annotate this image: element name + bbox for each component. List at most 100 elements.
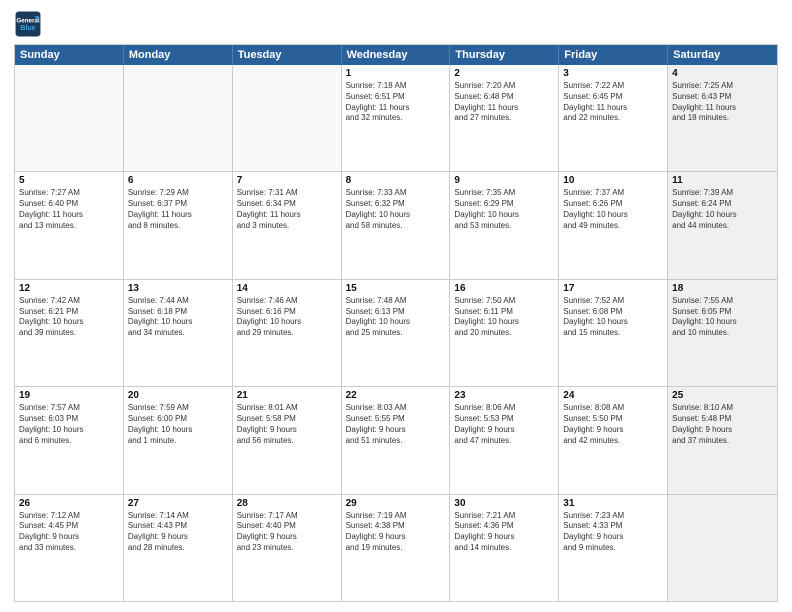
calendar-row-0: 1 Sunrise: 7:18 AM Sunset: 6:51 PM Daylig… xyxy=(15,65,777,172)
calendar-cell-28: 28 Sunrise: 7:17 AM Sunset: 4:40 PM Dayli… xyxy=(233,495,342,601)
day-number: 12 xyxy=(19,283,119,294)
day-number: 15 xyxy=(346,283,446,294)
cell-info: Sunrise: 7:23 AM Sunset: 4:33 PM Dayligh… xyxy=(563,511,663,554)
calendar-header-saturday: Saturday xyxy=(668,45,777,65)
cell-info: Sunrise: 7:31 AM Sunset: 6:34 PM Dayligh… xyxy=(237,188,337,231)
calendar-row-4: 26 Sunrise: 7:12 AM Sunset: 4:45 PM Dayli… xyxy=(15,495,777,601)
calendar-cell-21: 21 Sunrise: 8:01 AM Sunset: 5:58 PM Dayli… xyxy=(233,387,342,493)
calendar-cell-empty xyxy=(15,65,124,171)
cell-info: Sunrise: 7:14 AM Sunset: 4:43 PM Dayligh… xyxy=(128,511,228,554)
day-number: 14 xyxy=(237,283,337,294)
day-number: 19 xyxy=(19,390,119,401)
calendar-cell-2: 2Sunrise: 7:20 AM Sunset: 6:48 PM Daylig… xyxy=(450,65,559,171)
day-number: 8 xyxy=(346,175,446,186)
cell-info: Sunrise: 7:46 AM Sunset: 6:16 PM Dayligh… xyxy=(237,296,337,339)
calendar-header-wednesday: Wednesday xyxy=(342,45,451,65)
calendar-row-1: 5Sunrise: 7:27 AM Sunset: 6:40 PM Daylig… xyxy=(15,172,777,279)
day-number: 22 xyxy=(346,390,446,401)
day-number: 4 xyxy=(672,68,773,79)
day-number: 29 xyxy=(346,498,446,509)
calendar-cell-8: 8 Sunrise: 7:33 AM Sunset: 6:32 PM Daylig… xyxy=(342,172,451,278)
calendar-cell-25: 25 Sunrise: 8:10 AM Sunset: 5:48 PM Dayli… xyxy=(668,387,777,493)
calendar-cell-empty xyxy=(668,495,777,601)
calendar-cell-5: 5Sunrise: 7:27 AM Sunset: 6:40 PM Daylig… xyxy=(15,172,124,278)
cell-info: Sunrise: 7:52 AM Sunset: 6:08 PM Dayligh… xyxy=(563,296,663,339)
day-number: 25 xyxy=(672,390,773,401)
svg-text:General: General xyxy=(16,17,39,24)
cell-info: Sunrise: 7:29 AM Sunset: 6:37 PM Dayligh… xyxy=(128,188,228,231)
day-number: 11 xyxy=(672,175,773,186)
cell-info: Sunrise: 7:44 AM Sunset: 6:18 PM Dayligh… xyxy=(128,296,228,339)
cell-info: Sunrise: 7:22 AM Sunset: 6:45 PM Dayligh… xyxy=(563,81,663,124)
day-number: 26 xyxy=(19,498,119,509)
calendar-cell-16: 16Sunrise: 7:50 AM Sunset: 6:11 PM Dayli… xyxy=(450,280,559,386)
calendar-cell-27: 27 Sunrise: 7:14 AM Sunset: 4:43 PM Dayli… xyxy=(124,495,233,601)
calendar-cell-3: 3 Sunrise: 7:22 AM Sunset: 6:45 PM Daylig… xyxy=(559,65,668,171)
cell-info: Sunrise: 7:19 AM Sunset: 4:38 PM Dayligh… xyxy=(346,511,446,554)
calendar-cell-31: 31 Sunrise: 7:23 AM Sunset: 4:33 PM Dayli… xyxy=(559,495,668,601)
cell-info: Sunrise: 7:59 AM Sunset: 6:00 PM Dayligh… xyxy=(128,403,228,446)
calendar: SundayMondayTuesdayWednesdayThursdayFrid… xyxy=(14,44,778,602)
day-number: 21 xyxy=(237,390,337,401)
calendar-cell-empty xyxy=(124,65,233,171)
calendar-cell-6: 6 Sunrise: 7:29 AM Sunset: 6:37 PM Daylig… xyxy=(124,172,233,278)
calendar-header-monday: Monday xyxy=(124,45,233,65)
day-number: 3 xyxy=(563,68,663,79)
calendar-cell-15: 15Sunrise: 7:48 AM Sunset: 6:13 PM Dayli… xyxy=(342,280,451,386)
cell-info: Sunrise: 7:33 AM Sunset: 6:32 PM Dayligh… xyxy=(346,188,446,231)
calendar-cell-17: 17 Sunrise: 7:52 AM Sunset: 6:08 PM Dayli… xyxy=(559,280,668,386)
cell-info: Sunrise: 7:25 AM Sunset: 6:43 PM Dayligh… xyxy=(672,81,773,124)
day-number: 17 xyxy=(563,283,663,294)
calendar-cell-empty xyxy=(233,65,342,171)
day-number: 10 xyxy=(563,175,663,186)
day-number: 13 xyxy=(128,283,228,294)
day-number: 24 xyxy=(563,390,663,401)
day-number: 31 xyxy=(563,498,663,509)
header: General Blue xyxy=(14,10,778,38)
day-number: 7 xyxy=(237,175,337,186)
calendar-row-3: 19 Sunrise: 7:57 AM Sunset: 6:03 PM Dayli… xyxy=(15,387,777,494)
calendar-header-friday: Friday xyxy=(559,45,668,65)
cell-info: Sunrise: 7:12 AM Sunset: 4:45 PM Dayligh… xyxy=(19,511,119,554)
calendar-cell-9: 9Sunrise: 7:35 AM Sunset: 6:29 PM Daylig… xyxy=(450,172,559,278)
calendar-cell-24: 24Sunrise: 8:08 AM Sunset: 5:50 PM Dayli… xyxy=(559,387,668,493)
day-number: 6 xyxy=(128,175,228,186)
day-number: 1 xyxy=(346,68,446,79)
day-number: 18 xyxy=(672,283,773,294)
cell-info: Sunrise: 7:50 AM Sunset: 6:11 PM Dayligh… xyxy=(454,296,554,339)
cell-info: Sunrise: 7:57 AM Sunset: 6:03 PM Dayligh… xyxy=(19,403,119,446)
page: General Blue SundayMondayTuesdayWednesda… xyxy=(0,0,792,612)
calendar-cell-7: 7 Sunrise: 7:31 AM Sunset: 6:34 PM Daylig… xyxy=(233,172,342,278)
cell-info: Sunrise: 7:18 AM Sunset: 6:51 PM Dayligh… xyxy=(346,81,446,124)
cell-info: Sunrise: 7:42 AM Sunset: 6:21 PM Dayligh… xyxy=(19,296,119,339)
cell-info: Sunrise: 7:21 AM Sunset: 4:36 PM Dayligh… xyxy=(454,511,554,554)
day-number: 2 xyxy=(454,68,554,79)
cell-info: Sunrise: 7:17 AM Sunset: 4:40 PM Dayligh… xyxy=(237,511,337,554)
calendar-body: 1 Sunrise: 7:18 AM Sunset: 6:51 PM Daylig… xyxy=(15,65,777,601)
cell-info: Sunrise: 7:35 AM Sunset: 6:29 PM Dayligh… xyxy=(454,188,554,231)
calendar-header-sunday: Sunday xyxy=(15,45,124,65)
calendar-header-row: SundayMondayTuesdayWednesdayThursdayFrid… xyxy=(15,45,777,65)
calendar-cell-19: 19 Sunrise: 7:57 AM Sunset: 6:03 PM Dayli… xyxy=(15,387,124,493)
cell-info: Sunrise: 7:39 AM Sunset: 6:24 PM Dayligh… xyxy=(672,188,773,231)
calendar-cell-10: 10Sunrise: 7:37 AM Sunset: 6:26 PM Dayli… xyxy=(559,172,668,278)
day-number: 23 xyxy=(454,390,554,401)
day-number: 30 xyxy=(454,498,554,509)
cell-info: Sunrise: 8:01 AM Sunset: 5:58 PM Dayligh… xyxy=(237,403,337,446)
calendar-cell-12: 12 Sunrise: 7:42 AM Sunset: 6:21 PM Dayli… xyxy=(15,280,124,386)
cell-info: Sunrise: 8:10 AM Sunset: 5:48 PM Dayligh… xyxy=(672,403,773,446)
calendar-cell-4: 4 Sunrise: 7:25 AM Sunset: 6:43 PM Daylig… xyxy=(668,65,777,171)
calendar-cell-22: 22 Sunrise: 8:03 AM Sunset: 5:55 PM Dayli… xyxy=(342,387,451,493)
calendar-cell-29: 29 Sunrise: 7:19 AM Sunset: 4:38 PM Dayli… xyxy=(342,495,451,601)
cell-info: Sunrise: 8:03 AM Sunset: 5:55 PM Dayligh… xyxy=(346,403,446,446)
logo: General Blue xyxy=(14,10,42,38)
calendar-row-2: 12 Sunrise: 7:42 AM Sunset: 6:21 PM Dayli… xyxy=(15,280,777,387)
logo-icon: General Blue xyxy=(14,10,42,38)
calendar-cell-23: 23Sunrise: 8:06 AM Sunset: 5:53 PM Dayli… xyxy=(450,387,559,493)
day-number: 27 xyxy=(128,498,228,509)
day-number: 28 xyxy=(237,498,337,509)
calendar-cell-1: 1 Sunrise: 7:18 AM Sunset: 6:51 PM Daylig… xyxy=(342,65,451,171)
cell-info: Sunrise: 7:27 AM Sunset: 6:40 PM Dayligh… xyxy=(19,188,119,231)
calendar-cell-26: 26 Sunrise: 7:12 AM Sunset: 4:45 PM Dayli… xyxy=(15,495,124,601)
calendar-cell-13: 13 Sunrise: 7:44 AM Sunset: 6:18 PM Dayli… xyxy=(124,280,233,386)
